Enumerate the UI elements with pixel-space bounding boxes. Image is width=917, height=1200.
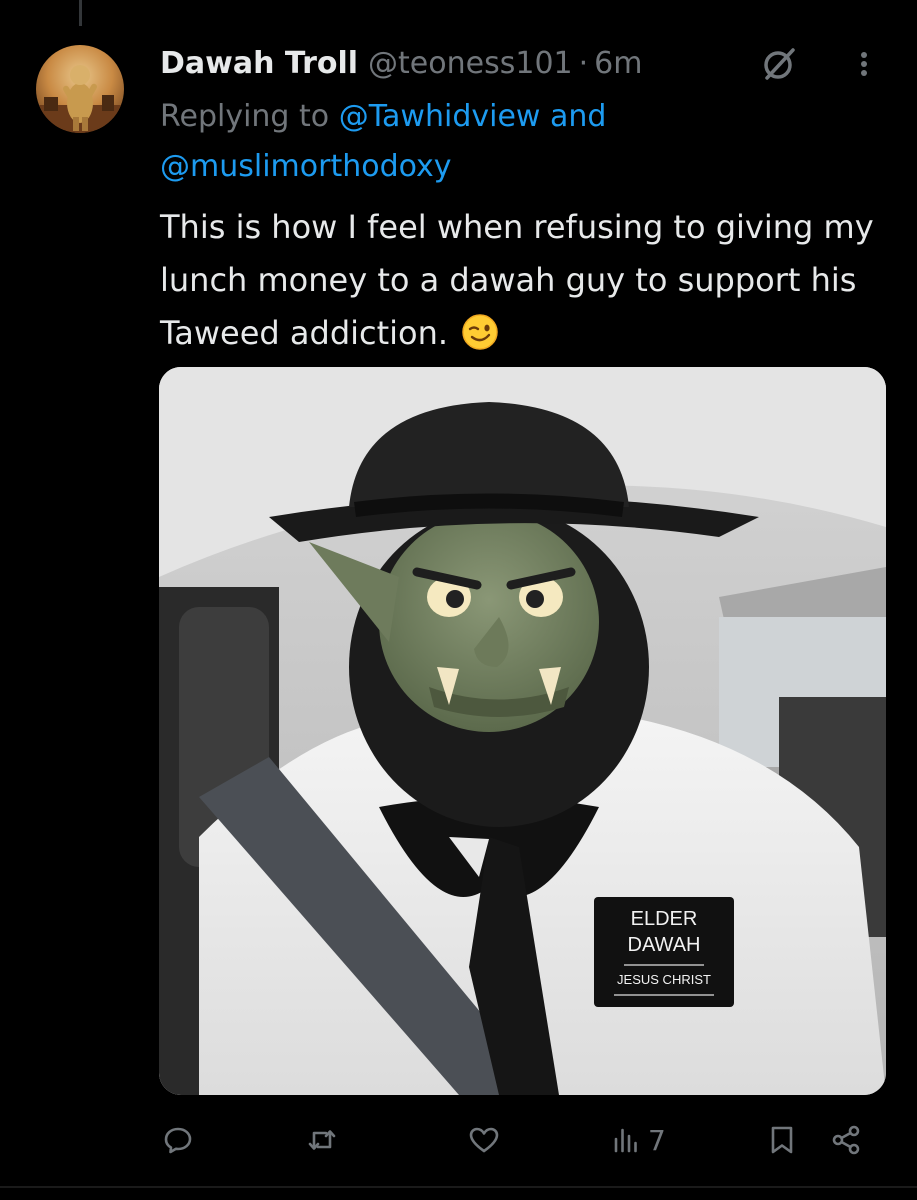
repost-button[interactable]: [306, 1115, 338, 1165]
grok-icon[interactable]: [760, 44, 800, 84]
tweet-text: This is how I feel when refusing to givi…: [160, 201, 880, 360]
winking-face-icon: [462, 313, 498, 350]
tweet-image[interactable]: ELDER DAWAH JESUS CHRIST: [159, 367, 886, 1095]
like-button[interactable]: [468, 1115, 500, 1165]
reply-icon: [164, 1127, 192, 1154]
replying-to: Replying to @Tawhidview and @muslimortho…: [160, 92, 860, 192]
tweet-body: This is how I feel when refusing to givi…: [160, 208, 874, 352]
bookmark-icon: [771, 1126, 793, 1154]
share-button[interactable]: [830, 1115, 862, 1165]
thread-connector-line: [79, 0, 82, 26]
replying-to-label: Replying to: [160, 99, 330, 134]
bookmark-button[interactable]: [766, 1115, 798, 1165]
action-bar: 7: [150, 1115, 880, 1165]
heart-icon: [469, 1127, 499, 1153]
share-icon: [832, 1125, 860, 1155]
reply-button[interactable]: [162, 1115, 194, 1165]
avatar[interactable]: [36, 45, 124, 133]
user-handle[interactable]: @teoness101: [368, 46, 573, 81]
divider: [0, 1186, 917, 1188]
badge-line-jesus-christ: JESUS CHRIST: [617, 972, 711, 987]
views-count: 7: [648, 1123, 666, 1157]
views-button[interactable]: 7: [610, 1115, 666, 1165]
more-options-icon[interactable]: [852, 44, 876, 84]
display-name[interactable]: Dawah Troll: [160, 46, 358, 81]
reply-mention-tawhidview[interactable]: @Tawhidview: [339, 99, 541, 134]
tweet-header: Dawah Troll @teoness101 · 6m: [160, 40, 642, 86]
views-icon: [614, 1128, 637, 1153]
reply-mention-muslimorthodoxy[interactable]: @muslimorthodoxy: [160, 149, 452, 184]
separator-dot: ·: [578, 45, 589, 81]
badge-line-elder: ELDER: [631, 908, 698, 930]
timestamp[interactable]: 6m: [594, 46, 642, 81]
reply-conjunction: and: [550, 99, 607, 134]
repost-icon: [308, 1130, 336, 1150]
badge-line-dawah: DAWAH: [628, 934, 701, 956]
